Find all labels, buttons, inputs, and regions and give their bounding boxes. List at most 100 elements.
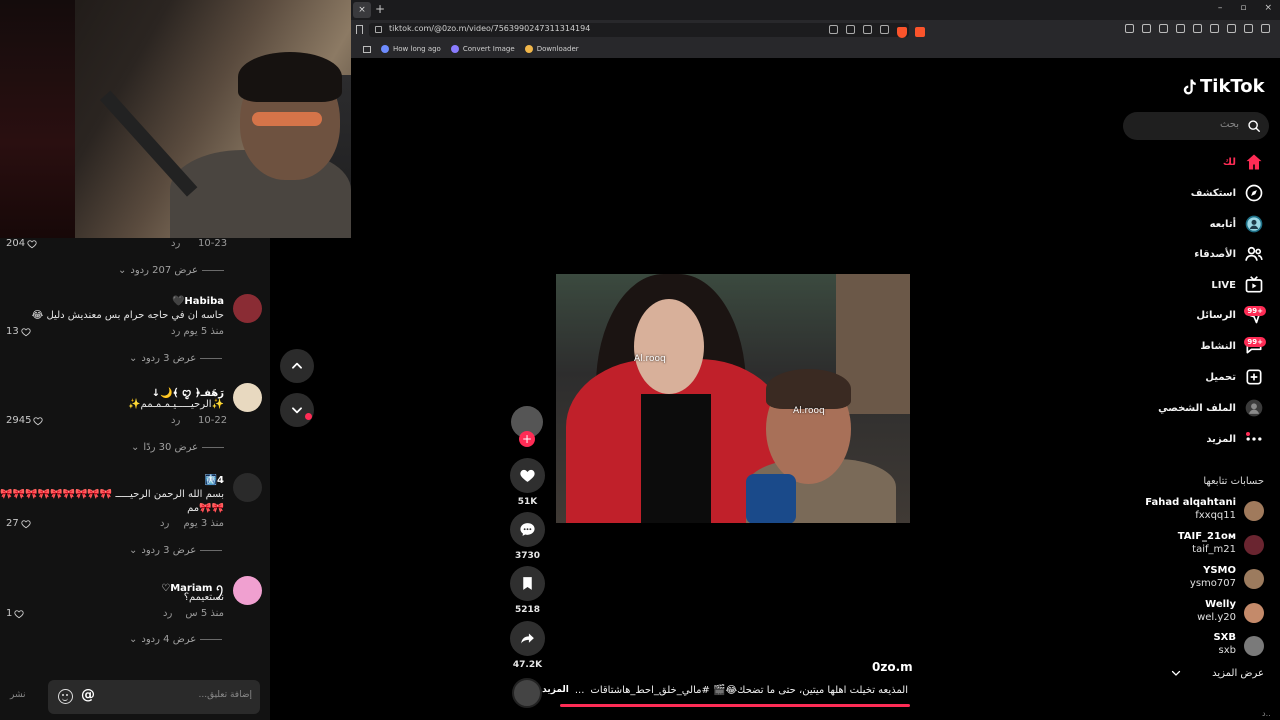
account-username: fxxqq11: [1195, 510, 1236, 521]
comment-reply-link[interactable]: رد: [163, 608, 172, 619]
extension-icon[interactable]: [1159, 24, 1168, 33]
video-player[interactable]: Al.rooq Al.rooq: [556, 274, 910, 523]
address-bar[interactable]: tiktok.com/@0zo.m/video/7563990247311314…: [369, 23, 925, 38]
view-replies-button[interactable]: عرض 3 ردود ⌄: [129, 545, 223, 556]
commenter-name[interactable]: Habiba🖤: [172, 296, 224, 307]
following-account[interactable]: YSMO ysmo707: [1120, 565, 1280, 593]
minimize-button[interactable]: –: [1218, 3, 1223, 13]
commenter-avatar[interactable]: [233, 576, 262, 605]
comment-input[interactable]: @ إضافة تعليق...: [48, 680, 260, 714]
following-account[interactable]: Welly wel.y20: [1120, 599, 1280, 627]
brave-rewards-icon[interactable]: [915, 27, 925, 37]
maximize-button[interactable]: ▫: [1240, 3, 1246, 13]
share-button[interactable]: [510, 621, 545, 656]
cast-icon[interactable]: [846, 25, 855, 34]
heart-outline-icon: [33, 416, 44, 425]
post-comment-button[interactable]: نشر: [10, 690, 26, 700]
account-username: wel.y20: [1197, 612, 1236, 623]
video-progress-bar[interactable]: [560, 704, 910, 707]
comment-text: ✨الرحيـــــيـمـمـمم✨: [128, 399, 224, 410]
new-tab-button[interactable]: +: [375, 2, 385, 16]
bookmark-downloader[interactable]: Downloader: [524, 45, 579, 53]
video-author-name[interactable]: 0zo.m: [872, 660, 913, 674]
commenter-name[interactable]: رَهَفـ﴿ ꨄ ﴾🌙↓: [152, 385, 224, 400]
comment-like-count: 13: [6, 326, 19, 337]
menu-icon[interactable]: [1261, 24, 1270, 33]
see-more-label: عرض المزيد: [1212, 667, 1264, 679]
comment-like-button[interactable]: 1: [6, 608, 24, 619]
view-replies-button[interactable]: عرض 207 ردود ⌄: [118, 265, 224, 276]
search-input[interactable]: بحث: [1123, 112, 1269, 140]
emoji-icon[interactable]: [58, 689, 73, 704]
video-boy-hair: [766, 369, 851, 409]
zoom-icon[interactable]: [863, 25, 872, 34]
tab-close-button[interactable]: ×: [353, 2, 371, 18]
share-icon[interactable]: [880, 25, 889, 34]
search-icon[interactable]: [1247, 119, 1261, 133]
caption-more-button[interactable]: المزيد: [542, 685, 569, 696]
bookmark-icon[interactable]: [356, 25, 363, 34]
nav-live[interactable]: LIVE: [1211, 274, 1264, 296]
address-actions: [829, 25, 889, 34]
bookmark-how-long-ago[interactable]: How long ago: [381, 45, 441, 53]
chevron-up-icon: [292, 362, 302, 369]
sidebar-icon[interactable]: [1193, 24, 1202, 33]
chevron-down-icon: [1171, 670, 1181, 676]
following-account[interactable]: SXB sxb: [1120, 632, 1280, 660]
follow-creator-button[interactable]: +: [519, 431, 535, 447]
wallet-icon[interactable]: [1227, 24, 1236, 33]
close-window-button[interactable]: ×: [1264, 3, 1272, 13]
music-icon[interactable]: [1176, 24, 1185, 33]
comment-reply-link[interactable]: رد: [171, 415, 180, 426]
following-account[interactable]: Fahad alqahtani fxxqq11: [1120, 497, 1280, 525]
nav-upload[interactable]: تحميل: [1205, 366, 1264, 388]
like-button[interactable]: [510, 458, 545, 493]
account-name: SXB: [1213, 632, 1236, 643]
commenter-avatar[interactable]: [233, 383, 262, 412]
comment-like-button[interactable]: 204: [6, 238, 37, 249]
commenter-avatar[interactable]: [233, 294, 262, 323]
extension-icon[interactable]: [1125, 24, 1134, 33]
bookmark-convert-image[interactable]: Convert Image: [450, 45, 515, 53]
nav-more[interactable]: المزيد: [1206, 428, 1264, 450]
commenter-avatar[interactable]: [233, 473, 262, 502]
comment-like-button[interactable]: 13: [6, 326, 31, 337]
mention-icon[interactable]: @: [81, 687, 95, 703]
comment-like-button[interactable]: 27: [6, 518, 31, 529]
commenter-name[interactable]: 4🩻: [205, 475, 224, 486]
view-replies-button[interactable]: عرض 3 ردود ⌄: [129, 353, 223, 364]
comment-button[interactable]: [510, 512, 545, 547]
following-accounts-title: حسابات تتابعها: [1203, 476, 1264, 487]
bookmarks-folder-icon[interactable]: [363, 45, 371, 53]
comment-reply-link[interactable]: رد: [160, 518, 169, 529]
nav-friends[interactable]: الأصدقاء: [1194, 243, 1264, 265]
tiktok-logo[interactable]: TikTok: [1180, 76, 1265, 97]
shield-icon[interactable]: [1244, 24, 1253, 33]
translate-icon[interactable]: [829, 25, 838, 34]
extension-icon[interactable]: [1142, 24, 1151, 33]
save-button[interactable]: [510, 566, 545, 601]
notification-dot: [305, 413, 312, 420]
nav-following[interactable]: أتابعه: [1210, 213, 1264, 235]
music-disc-avatar[interactable]: [512, 678, 542, 708]
chevron-down-icon: ⌄: [129, 634, 138, 645]
nav-explore[interactable]: استكشف: [1191, 182, 1264, 204]
browser-window-chrome: × + – ▫ × tiktok.com/@0zo.m/video/756399…: [351, 0, 1280, 58]
view-replies-button[interactable]: عرض 4 ردود ⌄: [129, 634, 223, 645]
nav-profile[interactable]: الملف الشخصي: [1158, 397, 1264, 419]
brave-shields-icon[interactable]: [897, 27, 907, 38]
extension-icon[interactable]: [1210, 24, 1219, 33]
comment-like-count: 2945: [6, 415, 32, 426]
footer-text: د..: [1262, 709, 1271, 718]
comment-reply-link[interactable]: رد: [171, 326, 180, 337]
see-more-accounts-button[interactable]: عرض المزيد: [1170, 667, 1264, 679]
account-username: sxb: [1218, 645, 1236, 656]
comment-reply-link[interactable]: رد: [171, 238, 180, 249]
site-info-icon[interactable]: [375, 26, 382, 33]
view-replies-button[interactable]: عرض 30 ردًا ⌄: [131, 442, 225, 453]
comment-like-button[interactable]: 2945: [6, 415, 44, 426]
nav-for-you[interactable]: لك: [1223, 151, 1264, 173]
previous-video-button[interactable]: [280, 349, 314, 383]
next-video-button[interactable]: [280, 393, 314, 427]
following-account[interactable]: TAIF_21ᴏᴍ taif_m21: [1120, 531, 1280, 559]
